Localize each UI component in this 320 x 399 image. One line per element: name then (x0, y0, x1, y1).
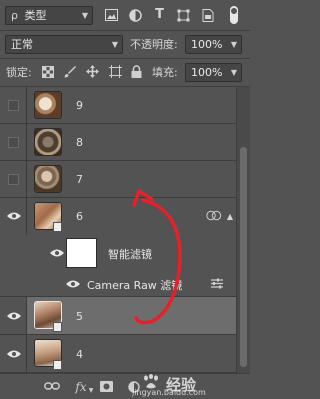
search-icon: ρ (11, 9, 18, 22)
eye-icon[interactable] (50, 249, 64, 257)
link-layers-icon[interactable] (44, 381, 60, 394)
eye-icon[interactable] (7, 350, 21, 358)
fill-field[interactable]: 100% ▼ (185, 63, 242, 82)
filter-kind-label: 类型 (24, 9, 47, 22)
visibility-cell (0, 271, 27, 296)
visibility-cell (0, 235, 27, 271)
eye-icon[interactable] (66, 280, 80, 288)
lock-bar: 锁定: 填充: 100% ▼ (0, 59, 250, 87)
visibility-cell[interactable] (0, 297, 27, 334)
lock-label: 锁定: (6, 66, 32, 79)
opacity-value: 100% (191, 38, 223, 51)
eye-icon[interactable] (7, 312, 21, 320)
adjustment-filter-icon[interactable] (129, 9, 142, 25)
chevron-down-icon: ▼ (81, 11, 88, 20)
layer-thumbnail (34, 128, 62, 156)
layer-thumbnail (34, 165, 62, 193)
smart-object-badge-icon (53, 360, 62, 370)
layer-row-4[interactable]: 4 (0, 335, 236, 373)
chevron-down-icon: ▼ (230, 68, 237, 77)
smart-filters-label[interactable]: 智能滤镜 (108, 246, 152, 262)
smart-object-filter-icon[interactable] (201, 9, 214, 25)
fill-value: 100% (191, 66, 223, 79)
layer-row-6[interactable]: 6 ▲ (0, 198, 236, 235)
layer-filter-bar: ρ 类型 ▼ T (0, 0, 250, 31)
visibility-cell[interactable] (0, 124, 27, 160)
smart-filters-row[interactable]: 智能滤镜 (0, 235, 236, 271)
layer-name[interactable]: 5 (76, 310, 83, 323)
visibility-off-checkbox[interactable] (8, 174, 19, 185)
watermark-site: jingyan.baidu.com (132, 388, 206, 397)
chevron-down-icon[interactable]: ▼ (88, 384, 94, 397)
fill-label: 填充: (152, 66, 178, 79)
smart-object-badge-icon (53, 322, 62, 332)
filter-blending-options-icon[interactable] (211, 278, 223, 292)
lock-image-pixels-icon[interactable] (64, 65, 77, 81)
camera-raw-filter-row[interactable]: Camera Raw 滤镜 (0, 271, 236, 297)
lock-artboard-icon[interactable] (109, 65, 122, 81)
chevron-down-icon: ▼ (230, 40, 237, 49)
type-filter-icon[interactable]: T (153, 8, 166, 21)
image-filter-icon[interactable] (105, 9, 118, 24)
blend-mode-select[interactable]: 正常 ▼ (5, 35, 123, 54)
layers-list: 9 8 7 6 ▲ 智能滤镜 Camera Raw 滤镜 5 4 (0, 87, 236, 373)
layer-thumbnail (34, 91, 62, 119)
layer-row-7[interactable]: 7 (0, 161, 236, 198)
add-mask-icon[interactable] (100, 381, 113, 395)
lock-transparent-pixels-icon[interactable] (42, 66, 54, 81)
lock-position-icon[interactable] (86, 65, 99, 81)
opacity-label: 不透明度: (130, 38, 178, 51)
smart-object-badge-icon (53, 222, 62, 232)
visibility-cell[interactable] (0, 198, 27, 235)
smart-filter-indicator-icon[interactable] (206, 210, 222, 224)
opacity-field[interactable]: 100% ▼ (185, 35, 242, 54)
layer-row-5[interactable]: 5 (0, 297, 236, 335)
collapse-arrow-icon[interactable]: ▲ (226, 210, 234, 223)
chevron-down-icon: ▼ (111, 40, 118, 49)
visibility-cell[interactable] (0, 87, 27, 123)
visibility-cell[interactable] (0, 161, 27, 197)
smart-filter-mask-thumbnail[interactable] (66, 238, 97, 268)
visibility-off-checkbox[interactable] (8, 137, 19, 148)
scrollbar-thumb[interactable] (240, 147, 247, 367)
layer-name[interactable]: 9 (76, 99, 83, 112)
layers-scrollbar[interactable] (236, 87, 250, 373)
layer-name[interactable]: 6 (76, 210, 83, 223)
layer-name[interactable]: 8 (76, 136, 83, 149)
eye-icon[interactable] (7, 212, 21, 220)
layer-row-8[interactable]: 8 (0, 124, 236, 161)
shape-filter-icon[interactable] (177, 9, 190, 25)
layer-name[interactable]: 4 (76, 348, 83, 361)
filter-toggle-icon[interactable] (229, 5, 239, 28)
blend-mode-value: 正常 (11, 38, 33, 51)
watermark: 经验 jingyan.baidu.com (128, 373, 248, 399)
layer-name[interactable]: 7 (76, 173, 83, 186)
lock-all-icon[interactable] (131, 65, 142, 81)
filter-kind-select[interactable]: ρ 类型 ▼ (5, 6, 93, 25)
visibility-cell[interactable] (0, 335, 27, 372)
camera-raw-filter-label[interactable]: Camera Raw 滤镜 (87, 277, 182, 293)
layer-style-fx-icon[interactable]: fx (74, 381, 88, 394)
blend-bar: 正常 ▼ 不透明度: 100% ▼ (0, 31, 250, 59)
visibility-off-checkbox[interactable] (8, 100, 19, 111)
layer-row-9[interactable]: 9 (0, 87, 236, 124)
